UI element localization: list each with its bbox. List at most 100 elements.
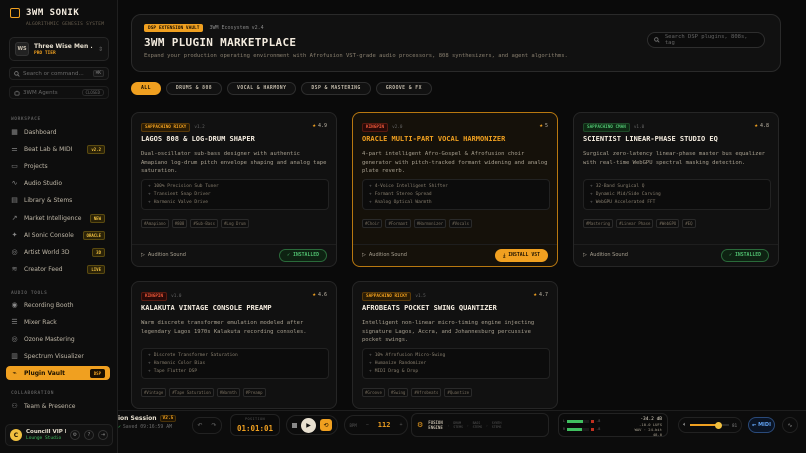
install-button[interactable]: ⤓ INSTALL VST <box>495 249 548 262</box>
sidebar-item-mixer-rack[interactable]: ☰ Mixer Rack <box>6 315 110 329</box>
sidebar-item-ozone-mastering[interactable]: ◎ Ozone Mastering <box>6 332 110 346</box>
fusion-engine[interactable]: ⚙ FUSION ENGINE › DRUM STEMS › BASS STEMS › SYN… <box>411 413 549 437</box>
command-search-placeholder: Search or command... <box>23 70 84 77</box>
tag[interactable]: #Linear Phase <box>616 219 654 228</box>
undo-redo: ↶ ↷ <box>192 417 222 434</box>
agents-toggle[interactable]: 3WM Agents CLOSED <box>9 86 109 99</box>
bpm-increase-icon[interactable]: + <box>399 422 402 428</box>
filter-vocal-harmony[interactable]: VOCAL & HARMONY <box>227 82 297 95</box>
undo-icon[interactable]: ↶ <box>197 422 202 429</box>
loop-button[interactable]: ⟲ <box>320 419 332 431</box>
sidebar-item-audio-studio[interactable]: ∿ Audio Studio <box>6 177 110 191</box>
filter-drums-808[interactable]: DRUMS & 808 <box>165 82 223 95</box>
sidebar-item-artist-world-3d[interactable]: ◎ Artist World 3D 3D <box>6 245 110 259</box>
feature-item: Humanize Randomizer <box>369 361 543 366</box>
engine-title-2: ENGINE <box>428 425 443 430</box>
stop-button[interactable] <box>292 422 297 428</box>
sidebar-item-creator-feed[interactable]: ≋ Creator Feed LIVE <box>6 263 110 277</box>
brand-title: 3WM SONIK <box>26 8 80 18</box>
tag[interactable]: #Sub-Bass <box>190 219 219 228</box>
card-footer: ▷ Audition Sound ⤓ INSTALL VST <box>353 244 557 266</box>
settings-icon[interactable]: ⚙ <box>70 430 80 440</box>
engine-steps: › DRUM STEMS › BASS STEMS › SYNTH STEMS <box>448 421 502 430</box>
plugin-search-input[interactable]: Search DSP plugins, 808s, tag <box>647 32 765 48</box>
audition-button[interactable]: ▷ Audition Sound <box>583 252 628 258</box>
sidebar-item-library-stems[interactable]: ▤ Library & Stems <box>6 194 110 208</box>
kicker-badge: DSP EXTENSION VAULT <box>144 24 204 32</box>
plugin-card[interactable]: KINGPIN v2.0 ★ 5 ORACLE MULTI-PART VOCAL HAR… <box>352 112 558 267</box>
rating-value: 4.8 <box>759 122 769 129</box>
sidebar-item-market-intelligence[interactable]: ↗ Market Intelligence NEW <box>6 211 110 225</box>
marketplace-header: DSP EXTENSION VAULT 3WM Ecosystem v2.4 3… <box>131 14 781 72</box>
plugin-card[interactable]: KINGPIN v1.0 ★ 4.6 KALAKUTA VINTAGE CONSOLE … <box>131 281 337 409</box>
sidebar-item-dashboard[interactable]: ▦ Dashboard <box>6 125 110 139</box>
workspace-name: Three Wise Men ... <box>34 42 93 50</box>
redo-icon[interactable]: ↷ <box>211 422 216 429</box>
volume-control[interactable]: 🔈︎ 81 <box>678 417 742 433</box>
bpm-decrease-icon[interactable]: − <box>366 422 369 428</box>
speaker-icon[interactable]: 🔈︎ <box>683 421 687 429</box>
tag[interactable]: #Harmonizer <box>413 219 447 228</box>
command-search[interactable]: Search or command... ⌘K <box>9 67 109 80</box>
plugin-card[interactable]: SAPPACHINO CMAN v1.0 ★ 4.8 SCIENTIST LINEAR-… <box>573 112 779 267</box>
tag[interactable]: #Groove <box>362 388 385 397</box>
tag[interactable]: #WebGPU <box>656 219 680 228</box>
tag[interactable]: #Swing <box>387 388 409 397</box>
tag[interactable]: #Vintage <box>141 388 167 397</box>
plugin-card[interactable]: SAPPACHINO RICKY v1.2 ★ 4.9 LAGOS 808 & LOG-… <box>131 112 337 267</box>
tag[interactable]: #EQ <box>682 219 696 228</box>
feature-item: 4-Voice Intelligent Shifter <box>369 184 543 189</box>
feed-icon: ≋ <box>11 265 18 274</box>
help-icon[interactable]: ? <box>84 430 94 440</box>
plugin-title: AFROBEATS POCKET SWING QUANTIZER <box>362 304 497 312</box>
plugin-search-placeholder: Search DSP plugins, 808s, tag <box>664 34 748 46</box>
feature-item: Formant Stereo Spread <box>369 192 543 197</box>
tag[interactable]: #808 <box>171 219 188 228</box>
tag[interactable]: #Vocals <box>449 219 473 228</box>
volume-knob[interactable] <box>714 421 722 429</box>
installed-button[interactable]: ✓ INSTALLED <box>279 249 327 262</box>
tag[interactable]: #Formant <box>385 219 411 228</box>
midi-button[interactable]: ⟜ MIDI <box>748 417 775 433</box>
plugin-card[interactable]: SAPPACHINO RICKY v1.5 ★ 4.7 AFROBEATS POCKET… <box>352 281 558 409</box>
engine-step-word: STEMS <box>491 425 502 429</box>
position-display: POSITION 01:01:01 <box>230 414 280 436</box>
sidebar-item-beat-lab-midi[interactable]: ⚌ Beat Lab & MIDI v2.2 <box>6 142 110 156</box>
sidebar-item-label: Spectrum Visualizer <box>24 352 84 360</box>
tag[interactable]: #Quantize <box>444 388 473 397</box>
tag[interactable]: #Warmth <box>216 388 240 397</box>
workspace-switcher[interactable]: WS Three Wise Men ... PRO TIER ⇕ <box>9 37 109 61</box>
midi-plug-icon: ⟜ <box>752 422 757 428</box>
tag[interactable]: #Amapiano <box>141 219 169 228</box>
tag[interactable]: #Mastering <box>583 219 614 228</box>
volume-slider[interactable] <box>689 421 730 429</box>
user-card[interactable]: C Councill VIP P... Lounge Studio ⚙ ? ⇥ <box>5 424 113 446</box>
sidebar-item-spectrum-visualizer[interactable]: ▥ Spectrum Visualizer <box>6 349 110 363</box>
filter-groove-fx[interactable]: GROOVE & FX <box>375 82 432 95</box>
tag[interactable]: #Choir <box>362 219 383 228</box>
meter-fill <box>567 427 583 431</box>
saved-time: Saved 09:16:59 AM <box>122 425 172 430</box>
play-button[interactable]: ▶ <box>301 417 316 433</box>
meter-label: L <box>563 419 566 423</box>
sidebar-item-ai-sonic-console[interactable]: ✦ AI Sonic Console ORACLE <box>6 228 110 242</box>
filter-dsp-mastering[interactable]: DSP & MASTERING <box>301 82 371 95</box>
audition-button[interactable]: ▷ Audition Sound <box>362 252 407 258</box>
sidebar-item-plugin-vault[interactable]: ⌁ Plugin Vault DSP <box>6 366 110 380</box>
sidebar-item-team-presence[interactable]: ⚇ Team & Presence <box>6 399 110 413</box>
waveform-icon[interactable]: ∿ <box>782 417 798 433</box>
tag[interactable]: #Afrobeats <box>411 388 442 397</box>
sidebar-item-projects[interactable]: ▭ Projects <box>6 159 110 173</box>
tag[interactable]: #Preamp <box>242 388 266 397</box>
waveform-icon: ∿ <box>11 179 18 188</box>
sidebar-item-recording-booth[interactable]: ◉ Recording Booth <box>6 298 110 312</box>
installed-button[interactable]: ✓ INSTALLED <box>721 249 769 262</box>
meter-channel: L -8 <box>563 419 600 423</box>
bpm-control[interactable]: BPM − 112 + <box>344 415 408 435</box>
tag[interactable]: #Tape Saturation <box>169 388 214 397</box>
logout-icon[interactable]: ⇥ <box>98 430 108 440</box>
brand[interactable]: 3WM SONIK <box>10 8 79 18</box>
audition-button[interactable]: ▷ Audition Sound <box>141 252 186 258</box>
tag[interactable]: #Log Drum <box>221 219 249 228</box>
filter-all[interactable]: ALL <box>131 82 161 95</box>
